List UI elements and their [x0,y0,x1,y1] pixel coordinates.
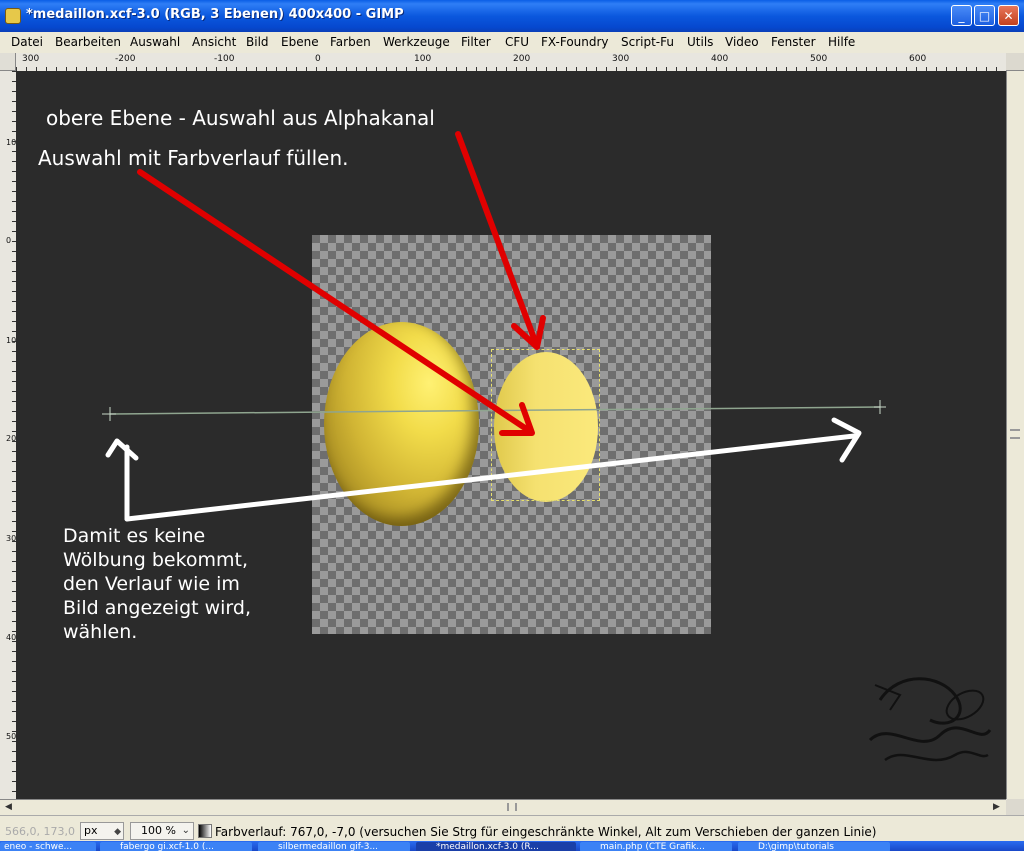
menu-fx-foundry[interactable]: FX-Foundry [541,35,609,49]
annotation-note-line: wählen. [63,621,138,643]
white-arrow-right [124,433,857,522]
taskbar-item[interactable]: fabergo gi.xcf-1.0 (... [100,842,252,851]
ruler-label: 300 [612,54,630,64]
annotation-note: Damit es keine Wölbung bekommt, den Verl… [63,524,251,644]
menu-werkzeuge[interactable]: Werkzeuge [383,35,450,49]
taskbar-item[interactable]: silbermedaillon gif-3... [258,842,410,851]
windows-taskbar: eneo - schwe... fabergo gi.xcf-1.0 (... … [0,841,1024,851]
navigation-button[interactable] [1006,53,1024,71]
menu-fenster[interactable]: Fenster [771,35,816,49]
chevron-down-icon[interactable]: ⌄ [182,823,190,839]
menu-filter[interactable]: Filter [461,35,491,49]
title-bar[interactable]: *medaillon.xcf-3.0 (RGB, 3 Ebenen) 400x4… [0,0,1024,32]
ruler-label: 300 [22,54,40,64]
taskbar-item[interactable]: D:\gimp\tutorials [738,842,890,851]
horizontal-scrollbar[interactable]: ◀ ▶ [0,799,1006,815]
window-title: *medaillon.xcf-3.0 (RGB, 3 Ebenen) 400x4… [26,7,404,22]
ruler-corner-button[interactable] [0,53,16,71]
ruler-label: 100 [414,54,432,64]
taskbar-item[interactable]: main.php (CTE Grafik... [580,842,732,851]
white-arrow-up-head [105,438,139,461]
minimize-button[interactable]: _ [951,5,972,26]
menu-ansicht[interactable]: Ansicht [192,35,236,49]
gradient-tool-icon [198,824,212,838]
annotation-note-line: Wölbung bekommt, [63,549,249,571]
ruler-label: 0 [315,54,321,64]
menu-bearbeiten[interactable]: Bearbeiten [55,35,121,49]
red-arrow-selection [455,131,538,344]
pointer-coordinates: 566,0, 173,0 [5,825,75,838]
maximize-button[interactable]: □ [974,5,995,26]
menu-hilfe[interactable]: Hilfe [828,35,855,49]
annotation-note-line: Damit es keine [63,525,206,547]
unit-value: px [84,824,98,837]
status-message: Farbverlauf: 767,0, -7,0 (versuchen Sie … [215,825,877,839]
annotation-note-line: Bild angezeigt wird, [63,597,252,619]
menu-bild[interactable]: Bild [246,35,269,49]
unit-select[interactable]: px ◆ [80,822,124,840]
menu-video[interactable]: Video [725,35,759,49]
signature-watermark [868,677,992,762]
ruler-label: -100 [214,54,235,64]
annotation-fill-label: Auswahl mit Farbverlauf füllen. [38,146,349,170]
status-bar: 566,0, 173,0 px ◆ 100 % ⌄ Farbverlauf: 7… [0,815,1024,842]
scrollbar-grip[interactable] [507,803,517,811]
ruler-label: -200 [115,54,136,64]
annotation-note-line: den Verlauf wie im [63,573,240,595]
vertical-ruler[interactable]: 100 0 100 200 300 400 500 [0,71,17,799]
zoom-value: 100 % [141,824,176,837]
vertical-scrollbar[interactable] [1006,71,1024,799]
close-button[interactable]: ✕ [998,5,1019,26]
menu-script-fu[interactable]: Script-Fu [621,35,674,49]
scroll-right-icon[interactable]: ▶ [993,802,1000,812]
ruler-label: 200 [513,54,531,64]
taskbar-item-active[interactable]: *medaillon.xcf-3.0 (R... [416,842,576,851]
scroll-left-icon[interactable]: ◀ [5,802,12,812]
annotation-overlay [102,131,886,522]
ruler-label: 500 [810,54,828,64]
menu-utils[interactable]: Utils [687,35,713,49]
image-canvas[interactable]: obere Ebene - Auswahl aus Alphakanal Aus… [16,71,1006,799]
zoom-corner-button[interactable] [1006,799,1024,815]
ruler-label: 600 [909,54,927,64]
menu-farben[interactable]: Farben [330,35,371,49]
red-arrow-fill [137,169,531,433]
taskbar-item[interactable]: eneo - schwe... [0,842,96,851]
zoom-select[interactable]: 100 % ⌄ [130,822,194,840]
annotation-top-label: obere Ebene - Auswahl aus Alphakanal [46,106,435,130]
menu-bar: Datei Bearbeiten Auswahl Ansicht Bild Eb… [0,32,1024,54]
spinner-icon[interactable]: ◆ [114,824,121,840]
menu-cfu[interactable]: CFU [505,35,529,49]
menu-auswahl[interactable]: Auswahl [130,35,180,49]
horizontal-ruler[interactable]: 300 -200 -100 0 100 200 300 400 500 600 [16,53,1006,72]
gimp-app-icon[interactable] [5,8,21,24]
ruler-label: 500 [6,732,17,741]
scrollbar-grip[interactable] [1010,429,1020,439]
menu-datei[interactable]: Datei [11,35,43,49]
ruler-label: 400 [711,54,729,64]
menu-ebene[interactable]: Ebene [281,35,319,49]
